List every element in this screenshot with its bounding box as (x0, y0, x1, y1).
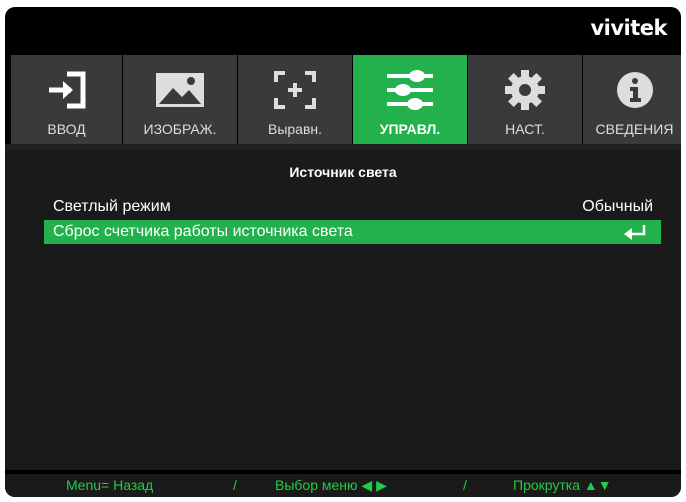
tab-settings[interactable]: НАСТ. (468, 55, 583, 144)
image-icon (123, 69, 237, 111)
tab-settings-label: НАСТ. (505, 121, 545, 137)
tab-bar: ВВОД ИЗОБРАЖ. Выравн. УПРАВЛ. НАСТ. СВЕД… (11, 55, 681, 144)
hint-bar: Menu= Назад / Выбор меню ◀ ▶ / Прокрутка… (5, 474, 681, 497)
hint-back: Menu= Назад (66, 477, 154, 493)
menu-row-label: Сброс счетчика работы источника света (53, 223, 353, 240)
enter-icon[interactable] (623, 224, 647, 240)
gear-icon (468, 69, 582, 111)
hint-separator: / (463, 477, 467, 493)
osd-menu-window: vivitek ВВОД ИЗОБРАЖ. Выравн. УПРАВЛ. НА… (5, 7, 681, 497)
tab-alignment[interactable]: Выравн. (238, 55, 353, 144)
tab-input-label: ВВОД (47, 121, 86, 137)
menu-row-reset-light-hours[interactable]: Сброс счетчика работы источника света (44, 220, 661, 244)
tab-info[interactable]: СВЕДЕНИЯ (583, 55, 681, 144)
tab-info-label: СВЕДЕНИЯ (595, 121, 674, 137)
hint-scroll: Прокрутка ▲▼ (513, 477, 612, 493)
tab-image[interactable]: ИЗОБРАЖ. (123, 55, 238, 144)
menu-panel: Источник света Светлый режим Обычный Сбр… (5, 144, 681, 470)
menu-row-value[interactable]: Обычный (582, 195, 653, 219)
tab-image-label: ИЗОБРАЖ. (143, 121, 217, 137)
input-icon (11, 69, 122, 111)
tab-alignment-label: Выравн. (267, 121, 323, 137)
section-title: Источник света (289, 164, 397, 180)
tab-input[interactable]: ВВОД (11, 55, 123, 144)
hint-separator: / (233, 477, 237, 493)
alignment-icon (238, 69, 352, 111)
sliders-icon (353, 69, 467, 111)
tab-control-label: УПРАВЛ. (379, 121, 441, 137)
menu-row-light-mode[interactable]: Светлый режим Обычный (44, 195, 661, 219)
brand-logo: vivitek (590, 16, 667, 40)
info-icon (583, 69, 681, 111)
tab-control[interactable]: УПРАВЛ. (353, 55, 468, 144)
menu-row-label: Светлый режим (53, 198, 171, 215)
hint-select: Выбор меню ◀ ▶ (275, 477, 387, 493)
